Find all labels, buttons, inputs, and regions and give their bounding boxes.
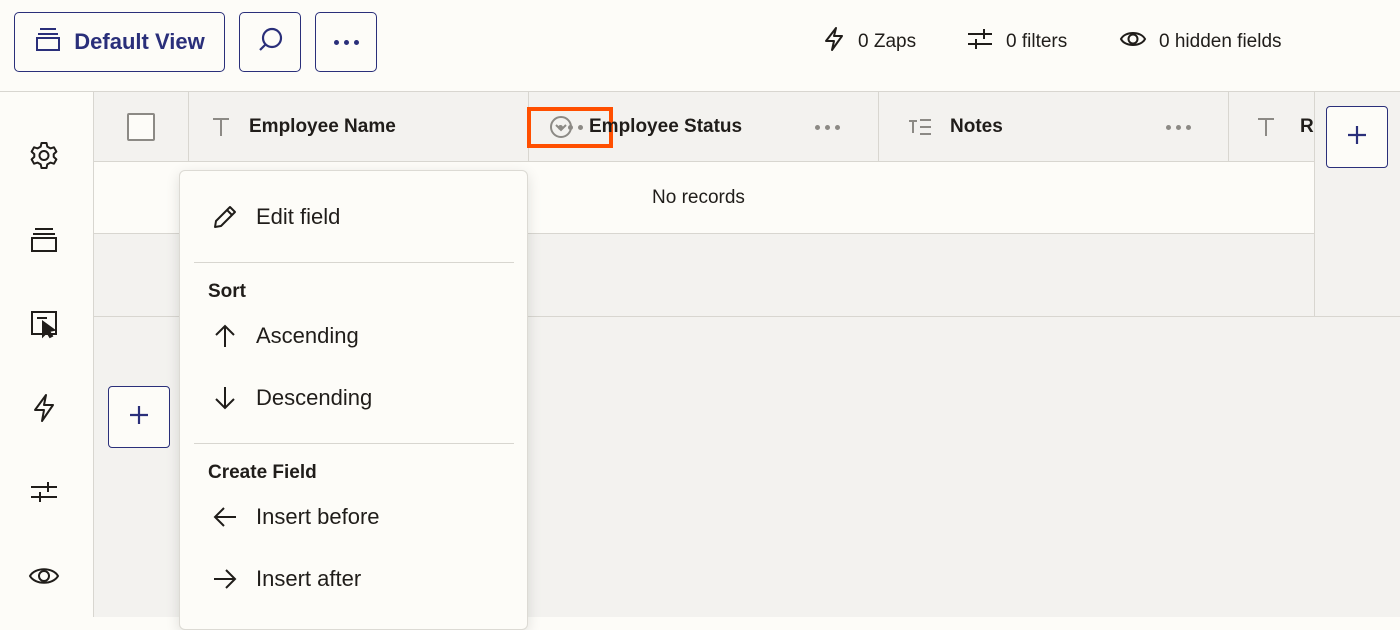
column-r[interactable]: R — [1229, 92, 1314, 161]
dropdown-type-icon — [549, 115, 573, 139]
arrow-left-icon — [210, 504, 240, 530]
sort-descending-menu-item[interactable]: Descending — [180, 372, 527, 422]
filter-icon[interactable] — [27, 475, 61, 509]
lightning-icon[interactable] — [27, 391, 61, 425]
select-all-checkbox[interactable] — [127, 113, 155, 141]
text-type-icon — [209, 115, 233, 139]
arrow-up-icon — [210, 323, 240, 349]
menu-divider — [194, 443, 514, 444]
default-view-button[interactable]: Default View — [14, 12, 225, 72]
eye-icon[interactable] — [27, 559, 61, 593]
filter-icon — [966, 27, 994, 57]
zaps-label: 0 Zaps — [858, 31, 917, 52]
column-options-button[interactable] — [1160, 116, 1196, 138]
menu-item-label: Descending — [256, 385, 373, 410]
hidden-fields-count[interactable]: 0 hidden fields — [1119, 28, 1282, 56]
hidden-fields-label: 0 hidden fields — [1159, 31, 1282, 52]
table-header: Employee Name Employee Status Notes R — [94, 92, 1314, 162]
column-employee-status[interactable]: Employee Status — [529, 92, 879, 161]
menu-item-label: Insert before — [256, 504, 380, 529]
more-icon — [814, 124, 840, 130]
add-column-area — [1314, 92, 1400, 317]
column-options-button[interactable] — [809, 116, 845, 138]
menu-item-label: Ascending — [256, 323, 359, 348]
interface-icon[interactable] — [27, 307, 61, 341]
gear-icon[interactable] — [27, 138, 61, 172]
pencil-icon — [210, 204, 240, 230]
lightning-icon — [822, 26, 846, 58]
edit-field-menu-item[interactable]: Edit field — [180, 191, 527, 241]
text-type-icon — [1254, 115, 1278, 139]
stack-icon[interactable] — [27, 223, 61, 257]
no-records-message: No records — [652, 187, 745, 208]
more-options-button[interactable] — [315, 12, 377, 72]
menu-divider — [194, 262, 514, 263]
plus-icon — [1345, 123, 1369, 152]
long-text-type-icon — [907, 115, 931, 139]
search-button[interactable] — [239, 12, 301, 72]
insert-before-menu-item[interactable]: Insert before — [180, 491, 527, 541]
column-notes[interactable]: Notes — [879, 92, 1229, 161]
more-icon — [333, 39, 359, 45]
filters-label: 0 filters — [1006, 31, 1068, 52]
column-employee-name[interactable]: Employee Name — [189, 92, 613, 161]
plus-icon — [127, 403, 151, 432]
arrow-right-icon — [210, 566, 240, 592]
default-view-label: Default View — [74, 29, 205, 54]
column-label: Notes — [950, 116, 1003, 137]
sort-ascending-menu-item[interactable]: Ascending — [180, 310, 527, 360]
search-icon — [256, 26, 284, 59]
create-field-heading: Create Field — [208, 462, 317, 483]
column-label: R — [1300, 116, 1314, 137]
add-column-button[interactable] — [1326, 106, 1388, 168]
menu-item-label: Insert after — [256, 566, 362, 591]
filters-count[interactable]: 0 filters — [966, 28, 1067, 56]
menu-item-label: Edit field — [256, 204, 341, 229]
insert-after-menu-item[interactable]: Insert after — [180, 553, 527, 603]
column-label: Employee Name — [249, 116, 396, 137]
eye-icon — [1119, 28, 1147, 56]
stack-icon — [34, 25, 62, 59]
column-label: Employee Status — [589, 116, 743, 137]
sidebar — [0, 92, 94, 617]
more-icon — [1165, 124, 1191, 130]
select-all-cell — [94, 92, 189, 161]
arrow-down-icon — [210, 385, 240, 411]
add-record-button[interactable] — [108, 386, 170, 448]
field-options-menu: Edit field Sort Ascending Descending Cre… — [179, 170, 528, 630]
toolbar: Default View 0 Zaps 0 filters 0 hidden f… — [0, 0, 1400, 92]
sort-heading: Sort — [208, 281, 246, 302]
zaps-count[interactable]: 0 Zaps — [822, 26, 917, 58]
